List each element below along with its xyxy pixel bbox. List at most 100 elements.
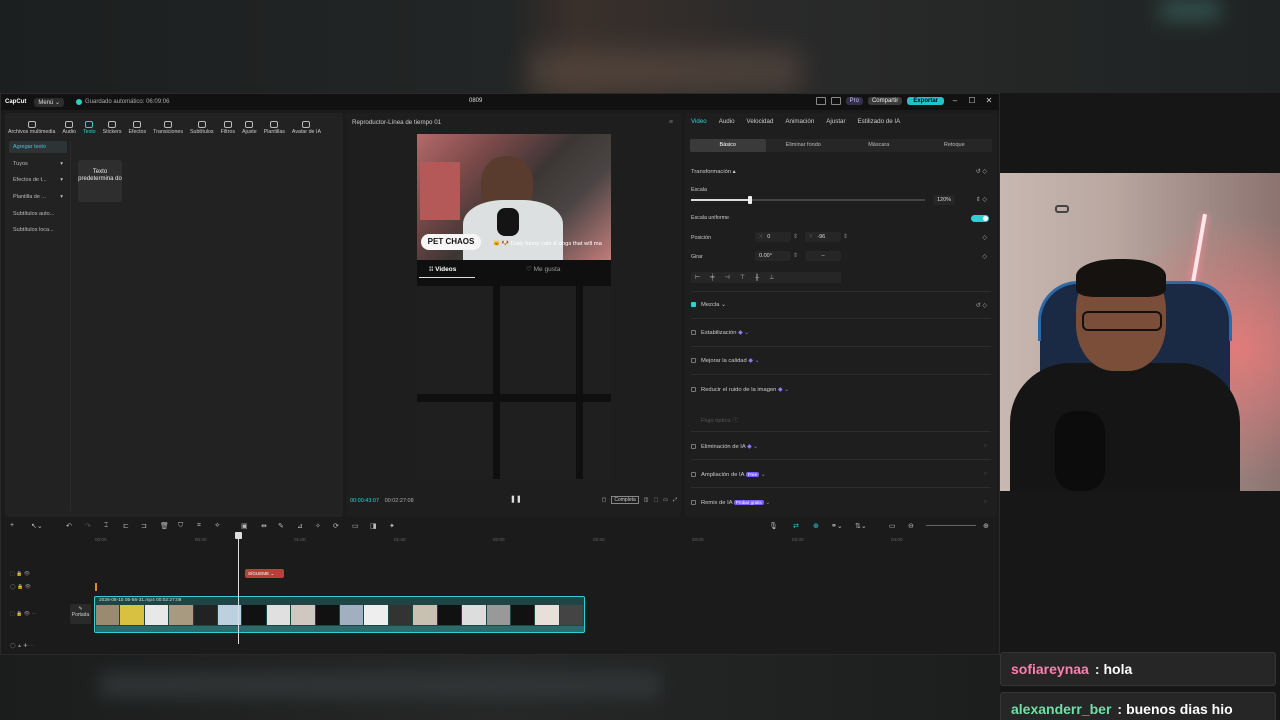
split-right-icon[interactable]: ⊐ [141,522,147,530]
position-y-field[interactable]: Y -96 [805,232,841,242]
zoom-in-icon[interactable]: ⊕ [983,522,989,530]
camera-tool-icon[interactable]: ◨ [370,522,377,530]
tool-ai-avatar[interactable]: Avatar de IA [292,121,321,135]
blend-checkbox[interactable] [691,302,696,307]
track-controls[interactable]: ⬚ 🔒 👁 [10,571,30,577]
scale-stepper-icons[interactable]: ⇕ ◇ [976,196,987,203]
tool-templates[interactable]: Plantillas [264,121,285,135]
subtab-remove-bg[interactable]: Eliminar fondo [766,139,842,152]
split-left-icon[interactable]: ⊏ [123,522,129,530]
align-top-icon[interactable]: ⊤ [740,274,745,281]
stepper-icon[interactable]: ⇕ [793,253,798,259]
align-left-icon[interactable]: ⊢ [695,274,700,281]
share-button[interactable]: Compartir [867,96,903,105]
crop-icon[interactable]: ▢ [602,497,607,503]
ai-remix-checkbox[interactable] [691,500,696,505]
tool-media[interactable]: Archivos multimedia [8,121,55,135]
blend-row[interactable]: Mezcla ⌄ [691,302,726,308]
keyframe-icon[interactable]: ◇ [982,253,987,260]
pause-icon[interactable]: ❚❚ [510,495,522,503]
select-tool-icon[interactable]: ↖⌄ [31,522,43,530]
default-text-card[interactable]: Texto predetermina do [78,160,122,202]
scale-slider[interactable] [691,196,925,204]
align-middle-icon[interactable]: ╫ [755,275,759,281]
reset-keyframe-icons[interactable]: ↺ ◇ [976,302,987,309]
position-x-field[interactable]: X 0 [755,232,791,242]
subtab-basic[interactable]: Básico [690,139,766,152]
enhance-checkbox[interactable] [691,358,696,363]
reset-keyframe-icons[interactable]: ↺ ◇ [976,168,987,175]
minimize-icon[interactable]: – [949,96,961,105]
fullscreen-icon[interactable]: ⤢ [673,497,677,503]
zoom-out-icon[interactable]: ⊖ [908,522,914,530]
menu-icon[interactable]: ≡ [669,119,673,126]
freeze-icon[interactable]: ▣ [241,522,248,530]
tool-adjust[interactable]: Ajuste [242,121,257,135]
track-controls[interactable]: ◯ ▲ ✚ ⋯ [10,643,34,649]
tool-stickers[interactable]: Stickers [103,121,121,135]
side-item-text-templates[interactable]: Plantilla de ... ▾ [9,191,67,203]
playhead-line[interactable] [238,534,239,644]
tab-audio[interactable]: Audio [719,118,735,125]
ratio-icon[interactable]: ▭ [663,497,668,503]
project-name[interactable]: 0809 [469,98,482,104]
redo-icon[interactable]: ↷ [85,522,91,530]
align-center-icon[interactable]: ╪ [710,275,714,281]
transform-heading[interactable]: Transformación ▴ [691,169,736,175]
ai-effect-icon[interactable]: ✧ [315,522,321,530]
keyframe-icon[interactable]: ◇ [982,234,987,241]
ai-remix-row[interactable]: Remix de IA Probar gratis ⌄ [691,500,770,506]
mirror-icon[interactable]: ⇹ [261,522,267,530]
tab-ai-style[interactable]: Estilizado de IA [858,118,901,125]
tool-text[interactable]: Texto [83,121,96,135]
scale-value[interactable]: 120% [933,195,956,205]
ai-remove-row[interactable]: Eliminación de IA ◆ ⌄ [691,444,758,450]
align-right-icon[interactable]: ⊣ [725,274,730,281]
tool-subtitles[interactable]: Subtítulos [190,121,214,135]
ai-expand-checkbox[interactable] [691,472,696,477]
ai-remove-checkbox[interactable] [691,444,696,449]
mic-icon[interactable]: 🎙 [769,522,778,530]
side-item-add-text[interactable]: Agregar texto [9,141,67,153]
pro-button[interactable]: Pro [845,96,863,105]
subtab-retouch[interactable]: Retoque [917,139,993,152]
subtitle-tool-icon[interactable]: ▭ [352,522,359,530]
side-item-local-captions[interactable]: Subtítulos loca... [9,224,67,236]
split-icon[interactable]: ⌶ [104,522,108,530]
link-clips-icon[interactable]: ⚭⌄ [831,522,843,530]
maximize-icon[interactable]: ☐ [966,96,978,105]
speed-icon[interactable]: ⊿ [297,522,303,530]
rotate-tool-icon[interactable]: ⟳ [333,522,339,530]
rotate-preset[interactable]: – [805,251,841,261]
zoom-slider[interactable] [926,525,976,526]
tool-transitions[interactable]: Transiciones [153,121,183,135]
enhance-row[interactable]: Mejorar la calidad ◆ ⌄ [691,358,759,364]
uniform-scale-toggle[interactable] [971,215,989,222]
snap-icon[interactable]: ⊕ [813,522,819,530]
stepper-icon[interactable]: ⇕ [793,234,798,240]
layout-icon[interactable] [815,96,826,105]
text-clip[interactable]: SÍGUEME ⌄ [245,569,284,578]
tab-adjust[interactable]: Ajustar [826,118,845,125]
fit-icon[interactable]: ▭ [889,522,896,530]
tool-audio[interactable]: Audio [62,121,76,135]
video-clip[interactable]: 2026-08-15 05-56-31.mp4 00:02:27:08 [94,596,585,633]
ai-expand-row[interactable]: Ampliación de IA Free ⌄ [691,472,766,478]
cover-button[interactable]: ✎ Portada [70,604,91,624]
video-preview[interactable]: PET CHAOS 🐱 🐶 Daily funny cats & dogs th… [417,134,611,479]
tab-animation[interactable]: Animación [785,118,814,125]
track-controls[interactable]: ⬚ 🔒 👁 ⋯ [10,611,36,617]
align-bottom-icon[interactable]: ⊥ [769,274,774,281]
preview-axis-icon[interactable]: ⇅⌄ [855,522,867,530]
tab-speed[interactable]: Velocidad [747,118,774,125]
tab-video[interactable]: Video [691,118,707,125]
side-item-yours[interactable]: Tuyos ▾ [9,158,67,170]
aspect-ratio-button[interactable]: Completa [611,496,639,504]
frame-icon[interactable]: ⬚ [654,497,659,503]
denoise-row[interactable]: Reducir el ruido de la imagen ◆ ⌄ [691,387,789,393]
camera-icon[interactable]: ◫ [644,497,649,503]
rotate-field[interactable]: 0.00° [755,251,791,261]
add-track-icon[interactable]: + [10,522,14,529]
text-clip-marker[interactable] [95,583,97,591]
track-controls[interactable]: ◯ 🔒 👁 [10,584,31,590]
